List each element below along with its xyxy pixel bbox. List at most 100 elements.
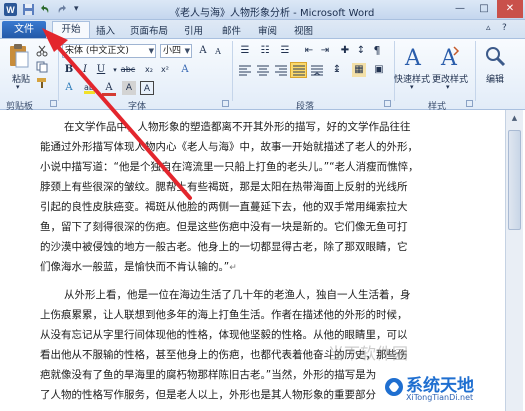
group-divider	[58, 41, 59, 101]
multilevel-list-icon[interactable]: ☲	[278, 44, 292, 58]
grow-font-icon[interactable]: A	[196, 44, 210, 58]
character-shading-icon[interactable]: A	[122, 81, 136, 95]
format-painter-icon[interactable]	[36, 77, 48, 89]
bullets-icon[interactable]: ☰	[238, 44, 252, 58]
decrease-indent-icon[interactable]: ⇤	[302, 44, 316, 58]
group-divider	[475, 41, 476, 101]
window-title: 《老人与海》人物形象分析 - Microsoft Word	[170, 8, 375, 19]
numbering-icon[interactable]: ☷	[258, 44, 272, 58]
tab-references[interactable]: 引用	[184, 23, 203, 37]
paragraph-dialog-launcher[interactable]	[384, 100, 391, 107]
cut-icon[interactable]	[36, 45, 48, 57]
tab-review[interactable]: 审阅	[258, 23, 277, 37]
text-line: 在文学作品中，人物形象的塑造都离不开其外形的描写，好的文学作品往往	[64, 121, 411, 133]
line-text: 们像海水一般蓝，是愉快而不肯认输的。”	[40, 261, 230, 273]
vertical-scrollbar[interactable]: ▲	[505, 110, 523, 411]
distributed-icon[interactable]	[310, 64, 324, 76]
underline-button[interactable]: U	[94, 63, 108, 77]
paste-label[interactable]: 粘贴	[12, 72, 30, 85]
title-bar: W ▾ 《老人与海》人物形象分析 - Microsoft Word — □ ✕	[0, 0, 525, 20]
change-styles-label[interactable]: 更改样式	[432, 72, 468, 85]
quick-styles-icon[interactable]: A	[400, 43, 426, 71]
chinese-layout-icon[interactable]: ✚	[338, 44, 352, 58]
svg-text:A: A	[404, 46, 422, 71]
tab-mailings[interactable]: 邮件	[222, 23, 241, 37]
text-line: 了人物的性格写作服务，但是老人以上，外形也是其人物形象的重要部分	[40, 389, 376, 401]
paste-dropdown-icon[interactable]: ▾	[16, 83, 20, 91]
sort-icon[interactable]: ↕	[354, 44, 368, 58]
text-line: 从外形上看，他是一位在海边生活了几十年的老渔人，独自一人生活着，身	[64, 289, 411, 301]
tab-file[interactable]: 文件	[2, 21, 46, 38]
scroll-thumb[interactable]	[508, 130, 521, 230]
shading-icon[interactable]: ▦	[352, 63, 366, 77]
group-divider	[232, 41, 233, 101]
increase-indent-icon[interactable]: ⇥	[318, 44, 332, 58]
word-logo-icon: W	[4, 3, 17, 16]
change-styles-dropdown-icon[interactable]: ▾	[446, 83, 450, 91]
font-name-combo[interactable]: 宋体 (中文正文) ▼	[62, 44, 156, 58]
text-line: 能通过外形描写体现人物内心《老人与海》中，故事一开始就描述了老人的外形，	[40, 141, 418, 153]
superscript-button[interactable]: x²	[158, 63, 172, 77]
paragraph-mark: ↵	[229, 263, 237, 273]
text-effects-icon[interactable]: A	[62, 81, 76, 95]
save-icon[interactable]	[22, 3, 35, 16]
scroll-up-icon[interactable]: ▲	[508, 112, 521, 124]
bold-button[interactable]: B	[62, 63, 76, 77]
tab-home[interactable]: 开始	[52, 21, 90, 38]
clipboard-dialog-launcher[interactable]	[50, 100, 57, 107]
text-line: 们像海水一般蓝，是愉快而不肯认输的。”↵	[40, 260, 237, 274]
font-size-value: 小四	[163, 46, 182, 56]
highlight-icon[interactable]: ab	[82, 81, 96, 95]
tab-insert[interactable]: 插入	[96, 23, 115, 37]
chevron-down-icon[interactable]: ▼	[185, 45, 190, 57]
copy-icon[interactable]	[36, 61, 48, 73]
help-icon[interactable]: ?	[502, 23, 507, 33]
font-name-value: 宋体 (中文正文)	[65, 46, 129, 56]
align-left-icon[interactable]	[238, 64, 252, 76]
text-line: 引起的良性皮肤癌变。褐斑从他脸的两侧一直蔓延下去，他的双手常用绳索拉大	[40, 201, 408, 213]
subscript-button[interactable]: x₂	[142, 63, 156, 77]
chevron-down-icon[interactable]: ▼	[149, 45, 154, 57]
text-line: 上伤痕累累，让人联想到他多年的海上打鱼生活。作者在描述他的外形的时候，	[40, 309, 408, 321]
minimize-button[interactable]: —	[448, 0, 472, 18]
watermark-url: XiTongTianDi.net	[406, 393, 474, 402]
maximize-button[interactable]: □	[472, 0, 496, 18]
font-color-icon[interactable]: A	[102, 81, 116, 96]
qat-customize-icon[interactable]: ▾	[74, 4, 79, 14]
text-line: 疤就像没有了鱼的旱海里的腐朽物那样陈旧古老。”当然，外形的描写是为	[40, 369, 377, 381]
ribbon-tab-bar: 文件 开始 插入 页面布局 引用 邮件 审阅 视图 ▵ ?	[0, 20, 525, 38]
svg-text:W: W	[6, 5, 15, 15]
tab-view[interactable]: 视图	[294, 23, 313, 37]
clear-format-icon[interactable]: A	[178, 63, 192, 77]
editing-label[interactable]: 编辑	[486, 72, 504, 85]
shrink-font-icon[interactable]: A	[211, 45, 225, 59]
borders-icon[interactable]: ▣	[372, 63, 386, 77]
close-button[interactable]: ✕	[497, 0, 523, 18]
show-marks-icon[interactable]: ¶	[370, 44, 384, 58]
svg-text:A: A	[440, 46, 458, 71]
font-size-combo[interactable]: 小四 ▼	[160, 44, 192, 58]
align-right-icon[interactable]	[274, 64, 288, 76]
strikethrough-button[interactable]: abc	[118, 63, 138, 77]
text-line: 的沙漠中被侵蚀的地方一般古老。他身上的一切都显得古老，除了那双眼睛，它	[40, 241, 408, 253]
editing-icon[interactable]	[484, 45, 506, 67]
paste-icon[interactable]	[8, 43, 30, 69]
quick-styles-dropdown-icon[interactable]: ▾	[410, 83, 414, 91]
watermark-text: 当下软件园	[328, 344, 409, 363]
justify-button-active[interactable]	[290, 62, 307, 78]
styles-dialog-launcher[interactable]	[466, 100, 473, 107]
italic-button[interactable]: I	[78, 63, 92, 77]
change-styles-icon[interactable]: A	[436, 43, 462, 71]
undo-icon[interactable]	[38, 3, 51, 16]
enclosed-character-icon[interactable]: A	[140, 81, 154, 95]
font-dialog-launcher[interactable]	[222, 100, 229, 107]
line-spacing-icon[interactable]: ↨	[330, 63, 344, 77]
redo-icon[interactable]	[56, 3, 69, 16]
group-divider	[394, 41, 395, 101]
align-center-icon[interactable]	[256, 64, 270, 76]
text-line: 脖颈上有些很深的皱纹。腮帮上有些褐斑，那是太阳在热带海面上反射的光线所	[40, 181, 408, 193]
tab-page-layout[interactable]: 页面布局	[130, 23, 168, 37]
justify-icon	[293, 65, 305, 76]
ribbon-minimize-icon[interactable]: ▵	[486, 23, 491, 33]
ribbon-home: 粘贴 ▾ 剪贴板 宋体 (中文正文) ▼ 小四 ▼ A A B I U ▾ abc …	[0, 38, 525, 112]
